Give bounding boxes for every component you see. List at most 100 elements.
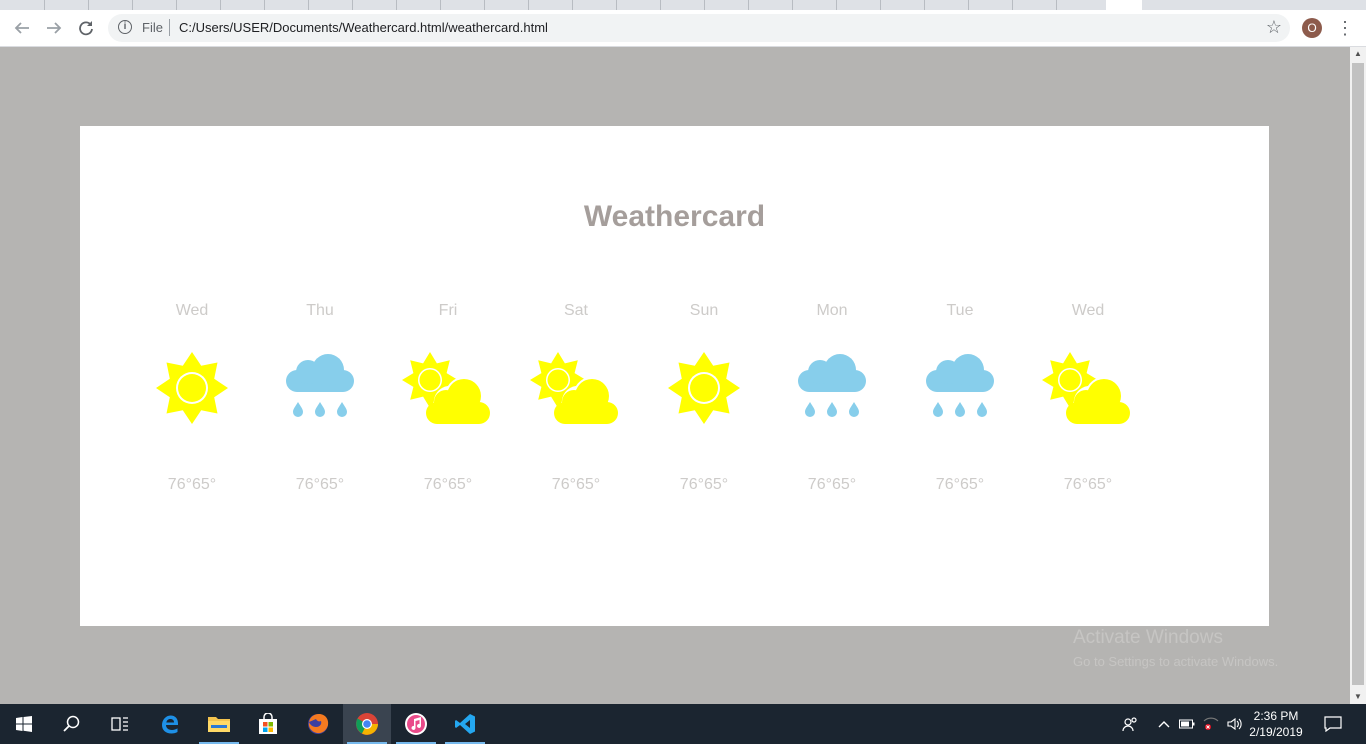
rain-icon: [924, 352, 996, 429]
browser-tab[interactable]: [880, 0, 925, 10]
scrollbar-thumb[interactable]: [1352, 63, 1364, 685]
taskbar-vscode[interactable]: [441, 704, 489, 744]
browser-tab[interactable]: [968, 0, 1013, 10]
browser-tab[interactable]: [528, 0, 573, 10]
url-scheme-label: File: [142, 20, 163, 35]
day-temperature: 76°65°: [935, 476, 985, 493]
browser-tab[interactable]: [0, 0, 45, 10]
day-name: Wed: [175, 302, 209, 319]
site-info-icon[interactable]: i: [118, 20, 132, 34]
search-button[interactable]: [48, 704, 96, 744]
browser-tab[interactable]: [704, 0, 749, 10]
day-name: Thu: [306, 302, 334, 319]
browser-tab[interactable]: [176, 0, 221, 10]
watermark-title: Activate Windows: [1073, 627, 1223, 648]
chevron-up-icon: [1158, 721, 1170, 728]
browser-tab[interactable]: [572, 0, 617, 10]
bookmark-star-icon[interactable]: ☆: [1266, 17, 1282, 38]
vertical-scrollbar[interactable]: ▲ ▼: [1350, 47, 1366, 704]
browser-tab[interactable]: [396, 0, 441, 10]
no-network-icon: [1203, 717, 1219, 730]
volume-control[interactable]: [1224, 704, 1246, 744]
windows-taskbar: 2:36 PM 2/19/2019: [0, 704, 1366, 744]
day-name: Sat: [563, 302, 588, 319]
browser-tab[interactable]: [88, 0, 133, 10]
scroll-down-arrow-icon[interactable]: ▼: [1350, 690, 1366, 704]
browser-tab[interactable]: [352, 0, 397, 10]
day-temperature: 76°65°: [551, 476, 601, 493]
clock-date: 2/19/2019: [1249, 725, 1303, 739]
scroll-up-arrow-icon[interactable]: ▲: [1350, 47, 1366, 61]
day-name: Wed: [1071, 302, 1105, 319]
partly-cloudy-icon: [400, 352, 501, 431]
taskbar-chrome[interactable]: [343, 704, 391, 744]
tab-strip: [0, 0, 1366, 10]
start-button[interactable]: [0, 704, 48, 744]
browser-tab[interactable]: [440, 0, 485, 10]
browser-tab[interactable]: [836, 0, 881, 10]
notification-icon: [1324, 716, 1342, 732]
forward-arrow-icon: [47, 22, 62, 34]
reload-icon: [79, 21, 93, 36]
activate-windows-watermark: Activate Windows Go to Settings to activ…: [1073, 627, 1278, 669]
browser-tab[interactable]: [660, 0, 705, 10]
browser-tab[interactable]: [484, 0, 529, 10]
task-view-button[interactable]: [96, 704, 144, 744]
firefox-icon: [308, 714, 329, 734]
vscode-icon: [455, 714, 475, 734]
task-view-icon: [111, 717, 128, 731]
reload-button[interactable]: [72, 14, 100, 42]
partly-cloudy-icon: [528, 352, 629, 431]
browser-tab[interactable]: [748, 0, 793, 10]
sun-icon: [668, 352, 740, 429]
clock-time: 2:36 PM: [1253, 709, 1299, 723]
back-arrow-icon: [14, 22, 29, 34]
system-clock[interactable]: 2:36 PM 2/19/2019: [1244, 708, 1308, 740]
sun-icon: [156, 352, 228, 429]
browser-menu-icon[interactable]: ⋮: [1336, 16, 1354, 40]
show-hidden-icons-button[interactable]: [1154, 704, 1174, 744]
people-icon: [1122, 717, 1137, 732]
watermark-subtitle: Go to Settings to activate Windows.: [1073, 654, 1279, 669]
address-bar[interactable]: i File C:/Users/USER/Documents/Weatherca…: [108, 14, 1290, 42]
card-title: Weathercard: [583, 200, 766, 233]
day-name: Mon: [816, 302, 848, 319]
day-temperature: 76°65°: [167, 476, 217, 493]
browser-tab[interactable]: [616, 0, 661, 10]
back-button[interactable]: [8, 14, 36, 42]
day-temperature: 76°65°: [1063, 476, 1113, 493]
browser-tab[interactable]: [220, 0, 265, 10]
active-browser-tab[interactable]: [1106, 0, 1142, 10]
taskbar-file-explorer[interactable]: [195, 704, 243, 744]
browser-tab[interactable]: [1012, 0, 1057, 10]
windows-logo-icon: [16, 716, 32, 732]
battery-icon: [1179, 719, 1195, 729]
browser-tab[interactable]: [308, 0, 353, 10]
action-center-button[interactable]: [1320, 704, 1346, 744]
forward-button[interactable]: [40, 14, 68, 42]
browser-tab[interactable]: [924, 0, 969, 10]
browser-tab[interactable]: [1056, 0, 1107, 10]
day-name: Tue: [946, 302, 974, 319]
battery-indicator[interactable]: [1176, 704, 1198, 744]
omnibox-separator: [169, 19, 170, 36]
day-temperature: 76°65°: [423, 476, 473, 493]
people-button[interactable]: [1116, 704, 1144, 744]
taskbar-firefox[interactable]: [294, 704, 342, 744]
browser-tab[interactable]: [44, 0, 89, 10]
url-text[interactable]: C:/Users/USER/Documents/Weathercard.html…: [179, 20, 548, 35]
store-icon: [259, 713, 277, 734]
network-indicator[interactable]: [1200, 704, 1222, 744]
day-temperature: 76°65°: [295, 476, 345, 493]
day-temperature: 76°65°: [679, 476, 729, 493]
taskbar-itunes[interactable]: [392, 704, 440, 744]
browser-tab[interactable]: [132, 0, 177, 10]
browser-tab[interactable]: [264, 0, 309, 10]
browser-tab[interactable]: [792, 0, 837, 10]
profile-avatar[interactable]: O: [1302, 18, 1322, 38]
rain-icon: [284, 352, 356, 429]
weather-card: Weathercard Wed 76°65° Thu 76°65° Fri 76°6…: [80, 126, 1269, 626]
taskbar-store[interactable]: [244, 704, 292, 744]
taskbar-edge[interactable]: [146, 704, 194, 744]
search-icon: [63, 715, 80, 732]
